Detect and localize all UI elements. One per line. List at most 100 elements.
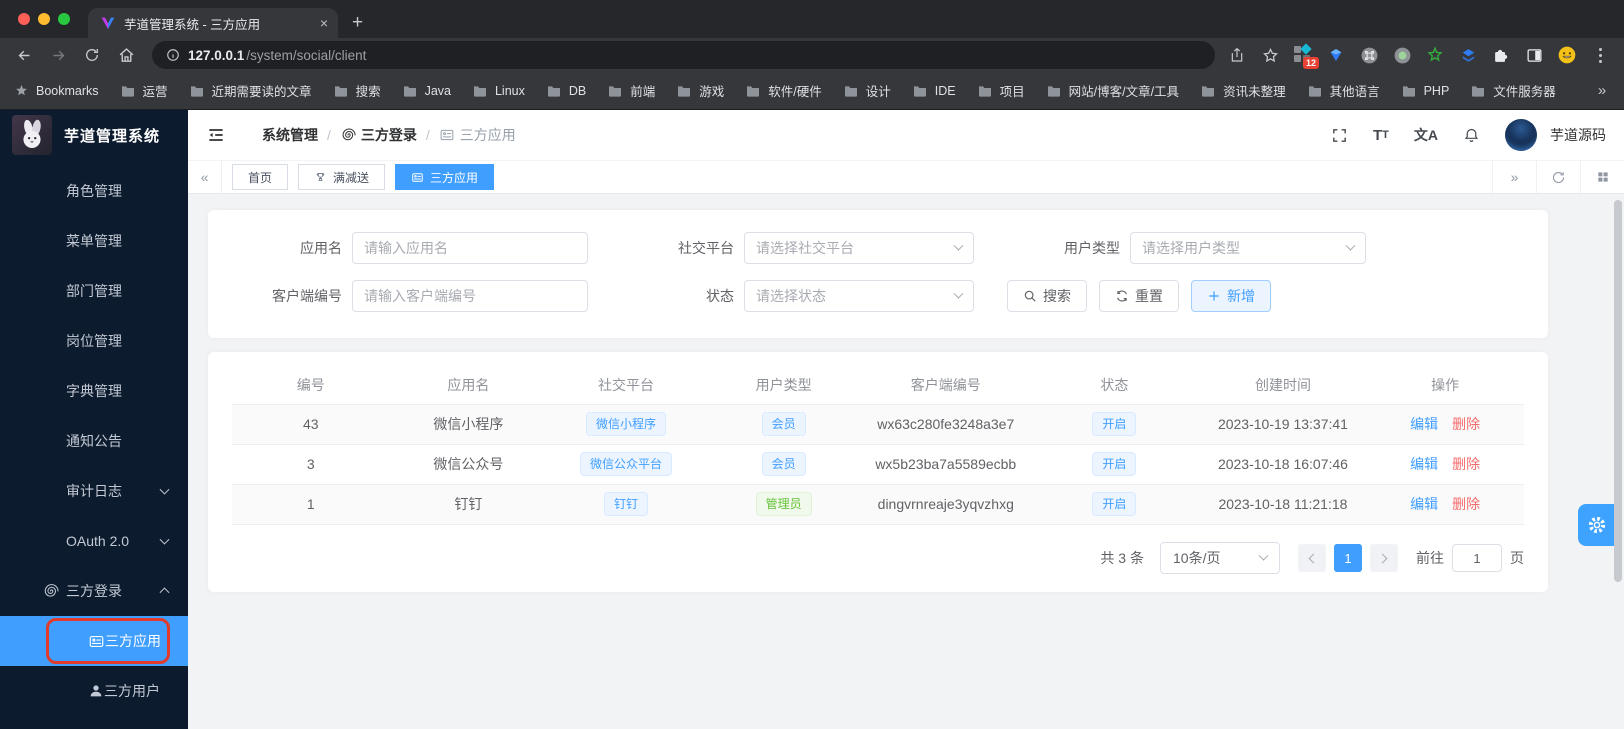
- sidebar-item-dept[interactable]: 部门管理: [0, 266, 188, 316]
- pagination-total: 共 3 条: [1100, 548, 1144, 568]
- bookmark-star-icon[interactable]: [1260, 45, 1280, 65]
- sidebar-item-notice[interactable]: 通知公告: [0, 416, 188, 466]
- close-window-button[interactable]: [18, 13, 30, 25]
- delete-link[interactable]: 删除: [1452, 456, 1480, 472]
- bookmark-folder[interactable]: 设计: [843, 81, 891, 100]
- status-select[interactable]: 请选择状态: [744, 280, 974, 312]
- bookmark-folder[interactable]: PHP: [1401, 81, 1450, 100]
- edit-link[interactable]: 编辑: [1410, 416, 1438, 432]
- minimize-window-button[interactable]: [38, 13, 50, 25]
- app-title: 芋道管理系统: [64, 125, 160, 146]
- sidebar-item-menu[interactable]: 菜单管理: [0, 216, 188, 266]
- browser-menu-icon[interactable]: [1590, 48, 1610, 63]
- prev-page-button[interactable]: [1298, 544, 1326, 572]
- add-button[interactable]: 新增: [1191, 280, 1271, 312]
- page-size-select[interactable]: 10条/页: [1160, 542, 1280, 574]
- home-icon[interactable]: [112, 41, 140, 69]
- back-icon[interactable]: [10, 41, 38, 69]
- maximize-window-button[interactable]: [58, 13, 70, 25]
- goto-page-input[interactable]: [1452, 544, 1502, 572]
- address-bar[interactable]: 127.0.0.1 /system/social/client: [152, 41, 1215, 69]
- tag-social-client[interactable]: 三方应用: [395, 164, 494, 190]
- bookmarks-root[interactable]: Bookmarks: [14, 83, 99, 98]
- bookmark-folder[interactable]: 近期需要读的文章: [189, 81, 312, 100]
- extension-layers-icon[interactable]: [1458, 45, 1478, 65]
- font-size-icon[interactable]: TT: [1373, 127, 1389, 144]
- delete-link[interactable]: 删除: [1452, 496, 1480, 512]
- social-login-icon: [340, 127, 356, 143]
- site-info-icon[interactable]: [166, 48, 180, 62]
- bookmark-folder[interactable]: DB: [546, 81, 586, 100]
- bookmark-folder[interactable]: Java: [402, 81, 451, 100]
- next-page-button[interactable]: [1370, 544, 1398, 572]
- bookmark-folder[interactable]: 运营: [120, 81, 168, 100]
- tag-discount[interactable]: 满减送: [298, 164, 385, 190]
- profile-avatar-icon[interactable]: [1557, 45, 1577, 65]
- page-number-active[interactable]: 1: [1334, 544, 1362, 572]
- delete-link[interactable]: 删除: [1452, 416, 1480, 432]
- browser-tab[interactable]: 芋道管理系统 - 三方应用 ×: [88, 8, 338, 38]
- window-controls[interactable]: [18, 13, 70, 25]
- extension-grid-icon[interactable]: 12: [1293, 45, 1313, 65]
- cell-actions: 编辑删除: [1366, 484, 1524, 524]
- extension-star-icon[interactable]: [1425, 45, 1445, 65]
- sidebar-item-social-user[interactable]: 三方用户: [0, 666, 188, 716]
- reset-button[interactable]: 重置: [1099, 280, 1179, 312]
- scrollbar-thumb[interactable]: [1614, 200, 1622, 582]
- bookmark-folder[interactable]: Linux: [472, 81, 525, 100]
- app-logo-row[interactable]: 芋道管理系统: [0, 110, 188, 160]
- close-tab-icon[interactable]: ×: [320, 15, 328, 31]
- reload-icon[interactable]: [78, 41, 106, 69]
- breadcrumb-social-login[interactable]: 三方登录: [340, 125, 417, 145]
- sidebar-item-dict[interactable]: 字典管理: [0, 366, 188, 416]
- sidebar-item-social-login[interactable]: 三方登录: [0, 566, 188, 616]
- new-tab-button[interactable]: +: [352, 10, 363, 36]
- bookmark-folder[interactable]: 前端: [607, 81, 655, 100]
- tag-home[interactable]: 首页: [232, 164, 288, 190]
- sidebar-item-post[interactable]: 岗位管理: [0, 316, 188, 366]
- language-icon[interactable]: 文A: [1414, 125, 1438, 145]
- sidebar-item-role[interactable]: 角色管理: [0, 166, 188, 216]
- refresh-page-icon[interactable]: [1536, 161, 1580, 193]
- bookmark-folder[interactable]: IDE: [912, 81, 956, 100]
- edit-link[interactable]: 编辑: [1410, 456, 1438, 472]
- bell-icon[interactable]: [1463, 127, 1480, 144]
- bookmark-folder[interactable]: 游戏: [676, 81, 724, 100]
- sidebar-item-oauth[interactable]: OAuth 2.0: [0, 516, 188, 566]
- bookmarks-overflow-icon[interactable]: »: [1598, 82, 1606, 99]
- folder-icon: [189, 83, 205, 99]
- extension-record-icon[interactable]: [1392, 45, 1412, 65]
- extension-command-icon[interactable]: [1359, 45, 1379, 65]
- app-name-input[interactable]: [364, 240, 576, 256]
- extensions-puzzle-icon[interactable]: [1491, 45, 1511, 65]
- user-name[interactable]: 芋道源码: [1550, 125, 1606, 145]
- bookmark-folder[interactable]: 软件/硬件: [745, 81, 821, 100]
- platform-select[interactable]: 请选择社交平台: [744, 232, 974, 264]
- bookmark-folder[interactable]: 文件服务器: [1470, 81, 1556, 100]
- collapse-sidebar-icon[interactable]: [206, 125, 226, 145]
- bookmark-folder[interactable]: 搜索: [333, 81, 381, 100]
- share-icon[interactable]: [1227, 45, 1247, 65]
- bookmark-folder[interactable]: 项目: [977, 81, 1025, 100]
- side-panel-icon[interactable]: [1524, 45, 1544, 65]
- bookmark-folder[interactable]: 网站/博客/文章/工具: [1046, 81, 1179, 100]
- avatar[interactable]: [1505, 119, 1537, 151]
- extension-gem-icon[interactable]: [1326, 45, 1346, 65]
- bookmark-folder[interactable]: 其他语言: [1307, 81, 1380, 100]
- tags-scroll-right-icon[interactable]: »: [1492, 161, 1536, 193]
- sidebar-item-social-client[interactable]: 三方应用: [0, 616, 188, 666]
- user-type-select[interactable]: 请选择用户类型: [1130, 232, 1366, 264]
- bookmark-folder[interactable]: 资讯未整理: [1200, 81, 1286, 100]
- layout-grid-icon[interactable]: [1580, 161, 1624, 193]
- client-id-input[interactable]: [364, 288, 576, 304]
- settings-fab[interactable]: [1578, 504, 1616, 546]
- sidebar-item-audit-log[interactable]: 审计日志: [0, 466, 188, 516]
- tags-view: « 首页 满减送 三方应用 »: [188, 161, 1624, 194]
- fullscreen-icon[interactable]: [1331, 127, 1348, 144]
- search-button[interactable]: 搜索: [1007, 280, 1087, 312]
- edit-link[interactable]: 编辑: [1410, 496, 1438, 512]
- folder-icon: [1470, 83, 1486, 99]
- breadcrumb-system[interactable]: 系统管理: [262, 125, 318, 145]
- tags-scroll-left-icon[interactable]: «: [188, 161, 222, 193]
- forward-icon[interactable]: [44, 41, 72, 69]
